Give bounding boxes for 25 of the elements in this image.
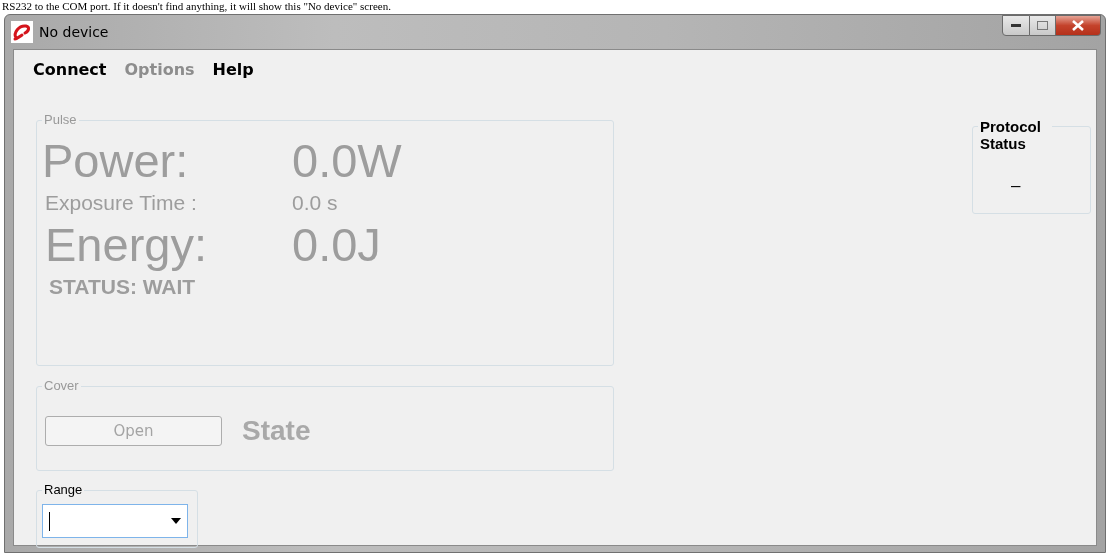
window-title: No device <box>39 24 109 40</box>
protocol-status-value: – <box>1011 176 1021 196</box>
energy-label: Energy: <box>44 218 208 272</box>
power-label: Power: <box>42 134 190 188</box>
app-logo-icon <box>11 21 33 43</box>
menu-item[interactable]: Connect <box>24 56 116 82</box>
group-title: Range <box>44 482 83 497</box>
exposure-value: 0.0 s <box>292 190 338 216</box>
close-button[interactable] <box>1056 15 1101 36</box>
power-value: 0.0W <box>292 134 402 188</box>
dropdown-arrow-icon <box>171 518 181 524</box>
menu-item[interactable]: Help <box>203 56 263 82</box>
minimize-button[interactable] <box>1002 15 1030 36</box>
energy-value: 0.0J <box>292 218 381 272</box>
minimize-icon <box>1011 23 1021 28</box>
maximize-button[interactable] <box>1030 15 1056 36</box>
maximize-icon <box>1037 21 1048 30</box>
group-title: Pulse <box>44 112 77 127</box>
close-icon <box>1072 20 1084 31</box>
group-title: Cover <box>44 378 79 393</box>
group-title: Protocol Status <box>980 118 1042 152</box>
status-text: STATUS: WAIT <box>49 274 196 300</box>
exposure-label: Exposure Time : <box>44 190 198 216</box>
state-label: State <box>242 414 311 447</box>
document-text: RS232 to the COM port. If it doesn't find anything, it will show this "No device" screen. <box>1 0 391 12</box>
